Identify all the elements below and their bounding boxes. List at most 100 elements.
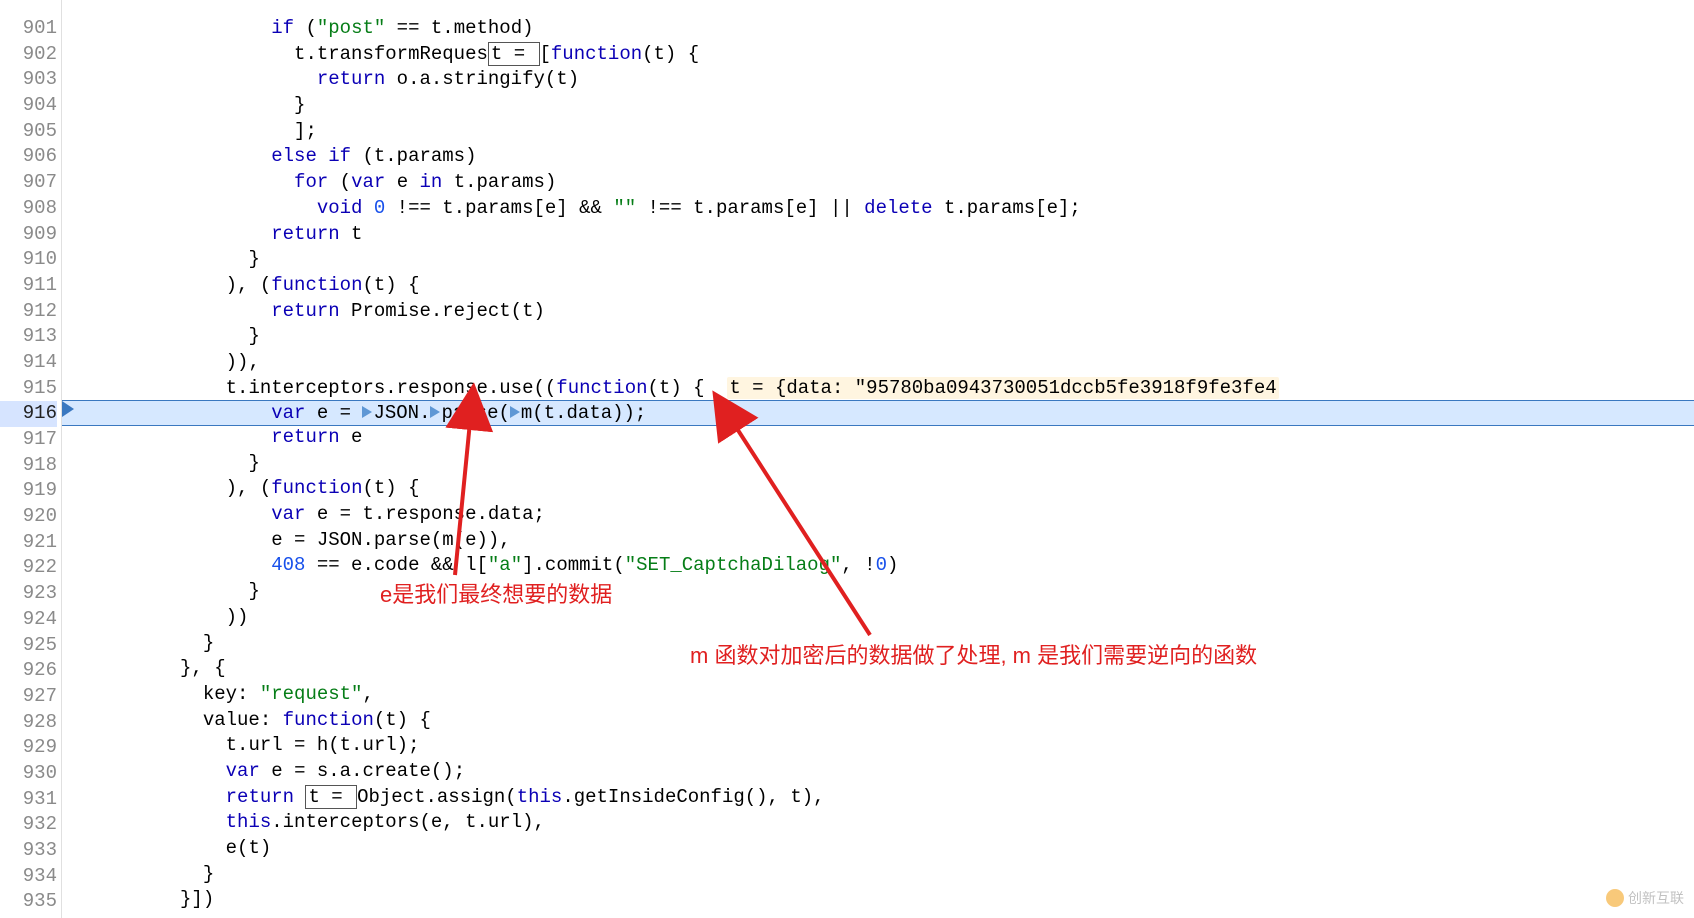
code-token: (t) { [374,709,431,731]
code-token: this [517,786,563,808]
line-number[interactable]: 905 [0,119,57,145]
code-line[interactable]: } [62,93,1694,119]
code-line[interactable]: 408 == e.code && l["a"].commit("SET_Capt… [62,553,1694,579]
line-number[interactable]: 931 [0,787,57,813]
line-number[interactable]: 912 [0,299,57,325]
code-line[interactable]: t.transformRequest = [function(t) { [62,42,1694,68]
code-area[interactable]: if ("post" == t.method) t.transformReque… [62,0,1694,918]
expand-marker-icon[interactable] [362,406,372,418]
line-number[interactable]: 911 [0,273,57,299]
code-token: [ [540,43,551,65]
code-line[interactable]: e = JSON.parse(m(e)), [62,528,1694,554]
line-number[interactable]: 929 [0,735,57,761]
line-number[interactable]: 910 [0,247,57,273]
code-line[interactable]: return o.a.stringify(t) [62,67,1694,93]
code-line[interactable]: return t [62,222,1694,248]
code-line[interactable]: } [62,324,1694,350]
code-editor: 9019029039049059069079089099109119129139… [0,0,1694,918]
code-line[interactable]: } [62,862,1694,888]
line-number[interactable]: 933 [0,838,57,864]
code-token: function [283,709,374,731]
line-number[interactable]: 922 [0,555,57,581]
code-line[interactable]: return Promise.reject(t) [62,299,1694,325]
code-token: t [340,223,363,245]
code-line[interactable]: var e = s.a.create(); [62,759,1694,785]
code-token: e [340,426,363,448]
code-token: "a" [488,554,522,576]
code-line[interactable]: ), (function(t) { [62,273,1694,299]
line-number[interactable]: 903 [0,67,57,93]
code-token: 408 [271,554,305,576]
code-line[interactable]: } [62,451,1694,477]
code-token: value: [203,709,283,731]
line-number[interactable]: 930 [0,761,57,787]
line-number[interactable]: 928 [0,710,57,736]
code-line[interactable]: for (var e in t.params) [62,170,1694,196]
code-token: == e.code && l[ [305,554,487,576]
watermark-icon [1606,889,1624,907]
code-token: ]; [294,120,317,142]
line-number[interactable]: 919 [0,478,57,504]
code-line[interactable]: else if (t.params) [62,144,1694,170]
code-token: ) [887,554,898,576]
code-line[interactable]: key: "request", [62,682,1694,708]
code-line[interactable]: } [62,579,1694,605]
code-token: t = [305,785,357,809]
code-token: } [248,248,259,270]
expand-marker-icon[interactable] [430,406,440,418]
code-token: m(t.data)); [521,402,646,424]
line-number[interactable]: 904 [0,93,57,119]
line-number[interactable]: 908 [0,196,57,222]
line-number[interactable]: 913 [0,324,57,350]
code-line[interactable]: var e = JSON.parse(m(t.data)); [62,400,1694,426]
code-token: } [294,94,305,116]
line-number[interactable]: 901 [0,16,57,42]
code-line[interactable]: void 0 !== t.params[e] && "" !== t.param… [62,196,1694,222]
expand-marker-icon[interactable] [510,406,520,418]
code-token: ), ( [226,274,272,296]
code-line[interactable]: this.interceptors(e, t.url), [62,810,1694,836]
line-number[interactable]: 923 [0,581,57,607]
line-number[interactable]: 920 [0,504,57,530]
line-number[interactable]: 902 [0,42,57,68]
line-number[interactable]: 916 [0,401,57,427]
code-line[interactable]: ]; [62,119,1694,145]
line-number[interactable]: 932 [0,812,57,838]
code-token: "request" [260,683,363,705]
code-token: e = [260,760,317,782]
line-number[interactable]: 909 [0,222,57,248]
code-line[interactable]: } [62,631,1694,657]
line-number[interactable]: 921 [0,530,57,556]
code-line[interactable]: )), [62,350,1694,376]
line-number[interactable]: 934 [0,864,57,890]
line-number[interactable]: 918 [0,453,57,479]
line-number[interactable]: 915 [0,376,57,402]
code-line[interactable]: } [62,247,1694,273]
code-line[interactable]: }]) [62,887,1694,913]
code-line[interactable]: value: function(t) { [62,708,1694,734]
line-number[interactable]: 914 [0,350,57,376]
code-line[interactable]: e(t) [62,836,1694,862]
code-line[interactable]: var e = t.response.data; [62,502,1694,528]
code-line[interactable]: return e [62,425,1694,451]
line-number[interactable]: 924 [0,607,57,633]
line-number[interactable]: 925 [0,633,57,659]
code-token: delete [864,197,932,219]
code-line[interactable]: ), (function(t) { [62,476,1694,502]
code-line[interactable]: t.url = h(t.url); [62,733,1694,759]
line-number[interactable]: 917 [0,427,57,453]
line-number[interactable]: 935 [0,889,57,915]
code-token: else if [271,145,351,167]
line-number[interactable]: 927 [0,684,57,710]
line-number[interactable]: 906 [0,144,57,170]
line-number[interactable]: 907 [0,170,57,196]
code-token [362,197,373,219]
line-number[interactable]: 926 [0,658,57,684]
line-gutter[interactable]: 9019029039049059069079089099109119129139… [0,0,62,918]
code-line[interactable]: t.interceptors.response.use((function(t)… [62,376,1694,402]
code-line[interactable]: }, { [62,656,1694,682]
code-line[interactable]: if ("post" == t.method) [62,16,1694,42]
code-line[interactable]: )) [62,605,1694,631]
code-line[interactable]: return t = Object.assign(this.getInsideC… [62,785,1694,811]
code-token: s [317,760,328,782]
